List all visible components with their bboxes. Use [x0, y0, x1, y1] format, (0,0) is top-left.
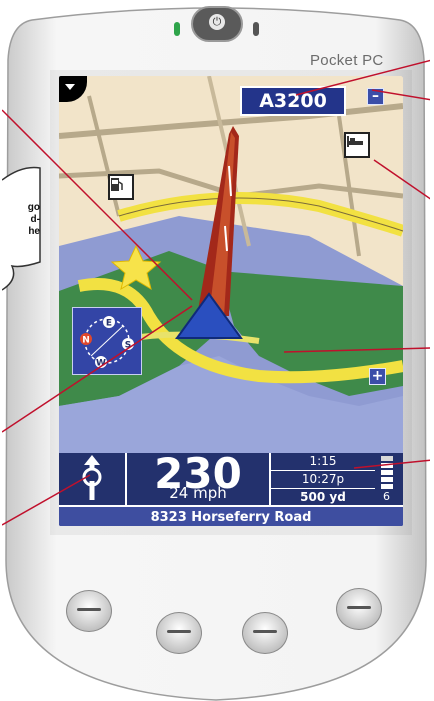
brand-label: Pocket PC [310, 52, 384, 69]
zoom-in-button[interactable]: + [369, 368, 386, 385]
hotel-icon[interactable] [344, 132, 370, 158]
hardware-button-1[interactable] [66, 590, 112, 632]
hardware-button-2[interactable] [156, 612, 202, 654]
power-button[interactable]: ⏻ [191, 6, 243, 42]
distance-speed-box: 230 24 mph [127, 449, 271, 505]
gps-signal-level: 6 [383, 490, 390, 503]
callout-text: go d- he [2, 202, 40, 238]
hardware-button-3[interactable] [242, 612, 288, 654]
fuel-station-icon[interactable] [108, 174, 134, 200]
current-street-name: 8323 Horseferry Road [59, 505, 403, 526]
pocket-pc-device: ⏻ Pocket PC A3200 – + E S W N 230 24 mph… [2, 0, 430, 701]
svg-text:S: S [125, 341, 131, 351]
status-panel[interactable]: 230 24 mph 1:15 10:27p 500 yd 6 8323 Hor… [59, 449, 403, 526]
callout-line: go [27, 202, 40, 213]
hardware-button-4[interactable] [336, 588, 382, 630]
remaining-distance: 500 yd [300, 490, 346, 504]
svg-text:W: W [96, 359, 106, 369]
current-speed: 24 mph [169, 484, 227, 502]
arrival-time: 10:27p [271, 471, 375, 489]
next-turn-box[interactable] [59, 453, 127, 505]
hardware-button-2-line [167, 630, 191, 633]
led-green [174, 22, 180, 36]
remaining-time: 1:15 [271, 453, 375, 471]
turn-arrow-icon [82, 455, 102, 500]
compass-widget[interactable]: E S W N [72, 307, 142, 375]
svg-text:E: E [106, 319, 112, 329]
callout-line: he [28, 226, 40, 237]
road-number-label: A3200 [240, 86, 346, 116]
led-dark [253, 22, 259, 36]
gps-signal-box: 6 [375, 453, 403, 505]
hardware-button-1-line [77, 608, 101, 611]
power-icon: ⏻ [209, 14, 225, 30]
hardware-button-3-line [253, 630, 277, 633]
hardware-button-4-line [347, 606, 371, 609]
zoom-out-button[interactable]: – [367, 88, 384, 105]
navigation-screen[interactable]: A3200 – + E S W N 230 24 mph 1:15 10:27p… [59, 76, 403, 526]
svg-text:N: N [82, 336, 90, 346]
callout-line: d- [30, 214, 40, 225]
trip-info-box[interactable]: 1:15 10:27p 500 yd [271, 453, 375, 505]
